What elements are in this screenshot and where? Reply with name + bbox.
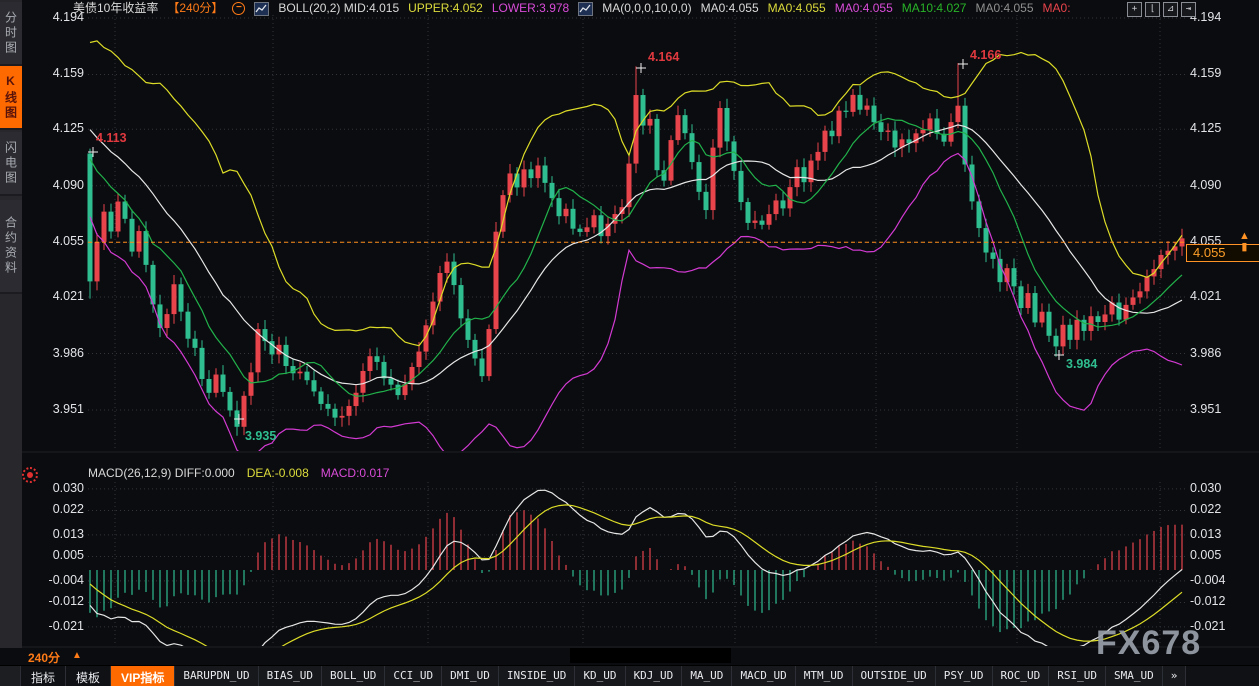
scale-y-axis-icon[interactable]: ⌊ <box>1145 2 1160 17</box>
bottom-tab-ma_ud[interactable]: MA_UD <box>682 666 732 686</box>
bottom-tab-[interactable]: 指标 <box>21 666 66 686</box>
redaction-box <box>570 648 731 663</box>
bottom-tab-bias_ud[interactable]: BIAS_UD <box>259 666 322 686</box>
chart-toolbar: +⌊⊿⇥ <box>1127 2 1196 17</box>
price-annotation: 3.984 <box>1066 357 1097 371</box>
minus-circle-icon: − <box>232 2 245 15</box>
header-segment: LOWER:3.978 <box>492 1 569 16</box>
fx678-watermark: FX678 <box>1096 624 1201 663</box>
price-annotation: 4.113 <box>96 131 127 145</box>
sidebar-tab-1[interactable]: K线图 <box>0 66 22 130</box>
header-segment: MA10:4.027 <box>902 1 967 16</box>
bottom-tab-kdj_ud[interactable]: KDJ_UD <box>626 666 683 686</box>
bottom-tab-barupdn_ud[interactable]: BARUPDN_UD <box>175 666 258 686</box>
bottom-tab-rsi_ud[interactable]: RSI_UD <box>1049 666 1106 686</box>
bottom-tab-kd_ud[interactable]: KD_UD <box>575 666 625 686</box>
scale-x-axis-icon[interactable]: ⊿ <box>1163 2 1178 17</box>
left-sidebar: 分时图K线图闪电图合约资料 <box>0 0 22 648</box>
tabbar-corner <box>0 666 21 686</box>
mini-chart-icon <box>578 2 593 16</box>
header-segment: UPPER:4.052 <box>408 1 483 16</box>
bottom-tab-sma_ud[interactable]: SMA_UD <box>1106 666 1163 686</box>
bottom-tab-roc_ud[interactable]: ROC_UD <box>993 666 1050 686</box>
bottom-tab-inside_ud[interactable]: INSIDE_UD <box>499 666 576 686</box>
indicator-header: 美债10年收益率【240分】− BOLL(20,2) MID:4.015 UPPER… <box>73 1 1071 16</box>
header-segment: DEA:-0.008 <box>247 466 309 481</box>
bottom-tab-boll_ud[interactable]: BOLL_UD <box>322 666 385 686</box>
price-annotation: 4.166 <box>970 48 1001 62</box>
crosshair-icon[interactable]: + <box>1127 2 1142 17</box>
period-label[interactable]: 240分 <box>28 649 60 666</box>
header-segment: BOLL(20,2) MID:4.015 <box>278 1 399 16</box>
chart-canvas[interactable] <box>0 0 1259 685</box>
sidebar-tab-0[interactable]: 分时图 <box>0 2 22 66</box>
sidebar-tab-2[interactable]: 闪电图 <box>0 132 22 196</box>
bottom-tab-mtm_ud[interactable]: MTM_UD <box>796 666 853 686</box>
macd-pane-icon[interactable] <box>22 467 38 483</box>
header-segment: MACD:0.017 <box>321 466 390 481</box>
bottom-tab-outside_ud[interactable]: OUTSIDE_UD <box>853 666 936 686</box>
header-segment: MA0: <box>1043 1 1071 16</box>
price-marker-icon: ▲▮ <box>1239 231 1250 253</box>
price-annotation: 4.164 <box>648 50 679 64</box>
period-up-arrow-icon[interactable]: ▲ <box>72 650 82 661</box>
bottom-tab-dmi_ud[interactable]: DMI_UD <box>442 666 499 686</box>
header-segment: MA(0,0,0,10,0,0) <box>602 1 691 16</box>
header-segment: MA0:4.055 <box>975 1 1033 16</box>
bottom-tab-psy_ud[interactable]: PSY_UD <box>936 666 993 686</box>
bottom-tab-cci_ud[interactable]: CCI_UD <box>385 666 442 686</box>
header-segment: MA0:4.055 <box>768 1 826 16</box>
header-segment: MACD(26,12,9) DIFF:0.000 <box>88 466 235 481</box>
header-segment: 【240分】 <box>167 1 223 16</box>
macd-header: MACD(26,12,9) DIFF:0.000 DEA:-0.008 MACD:0… <box>88 466 389 481</box>
bottom-tab-[interactable]: » <box>1163 666 1187 686</box>
header-segment: MA0:4.055 <box>835 1 893 16</box>
bottom-tab-vip[interactable]: VIP指标 <box>111 666 175 686</box>
bottom-tab-[interactable]: 模板 <box>66 666 111 686</box>
price-annotation: 3.935 <box>245 429 276 443</box>
header-segment: 美债10年收益率 <box>73 1 158 16</box>
sidebar-tab-3[interactable]: 合约资料 <box>0 200 22 294</box>
pan-right-icon[interactable]: ⇥ <box>1181 2 1196 17</box>
mini-chart-icon <box>254 2 269 16</box>
indicator-tab-bar: 指标模板VIP指标BARUPDN_UDBIAS_UDBOLL_UDCCI_UDD… <box>0 665 1259 686</box>
x-axis-row: 240分 ▲ <box>0 648 1259 665</box>
header-segment: MA0:4.055 <box>701 1 759 16</box>
bottom-tab-macd_ud[interactable]: MACD_UD <box>732 666 795 686</box>
